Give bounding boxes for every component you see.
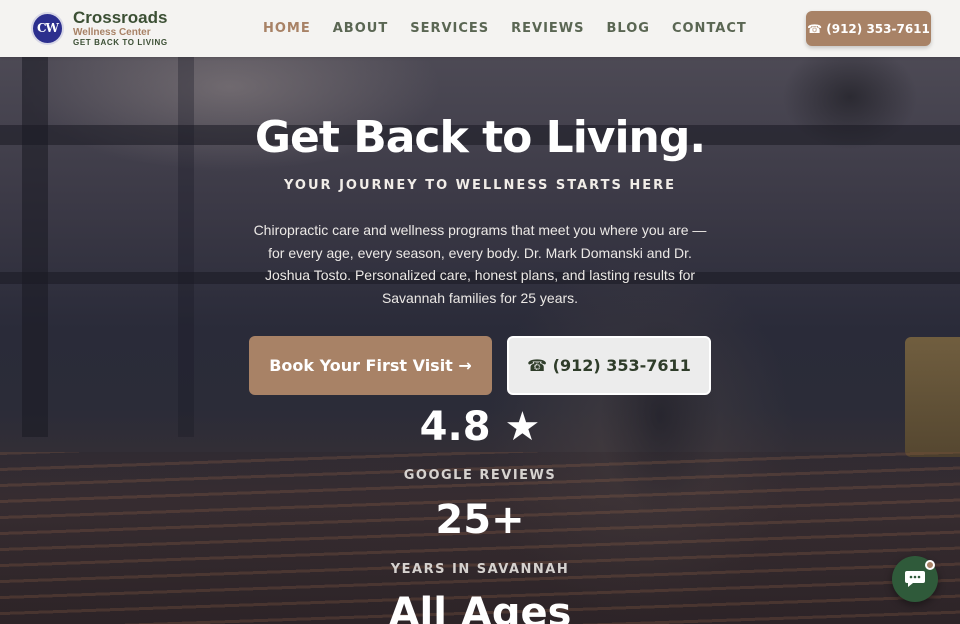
header-phone-button[interactable]: ☎ (912) 353-7611 xyxy=(806,11,931,46)
nav-link-blog[interactable]: BLOG xyxy=(607,21,650,36)
brand-name: Crossroads xyxy=(73,8,168,27)
call-phone-button[interactable]: ☎ (912) 353-7611 xyxy=(507,336,711,395)
hero-subtitle: YOUR JOURNEY TO WELLNESS STARTS HERE xyxy=(283,178,677,193)
logo-mark-icon: CW xyxy=(31,11,64,45)
logo-text: Crossroads Wellness Center GET BACK TO L… xyxy=(73,9,168,47)
stat-years-label: YEARS IN SAVANNAH xyxy=(390,562,570,577)
book-first-visit-button[interactable]: Book Your First Visit → xyxy=(249,336,492,395)
nav-link-services[interactable]: SERVICES xyxy=(410,21,489,36)
hero-description: Chiropractic care and wellness programs … xyxy=(253,222,707,306)
logo-mark-text: CW xyxy=(36,21,59,35)
chat-bubble-icon xyxy=(905,571,925,587)
nav-link-home[interactable]: HOME xyxy=(263,21,311,36)
stat-rating-label: GOOGLE REVIEWS xyxy=(403,468,557,483)
main-nav: HOME ABOUT SERVICES REVIEWS BLOG CONTACT xyxy=(263,0,769,57)
stat-rating: 4.8 ★ xyxy=(0,404,960,450)
chat-notification-dot xyxy=(925,560,935,570)
nav-link-about[interactable]: ABOUT xyxy=(333,21,388,36)
nav-link-reviews[interactable]: REVIEWS xyxy=(511,21,584,36)
stat-ages-value: All Ages xyxy=(388,590,572,624)
star-icon: ★ xyxy=(504,404,541,450)
site-header: CW Crossroads Wellness Center GET BACK T… xyxy=(0,0,960,57)
hero-title: Get Back to Living. xyxy=(254,112,706,163)
brand-subtitle: Wellness Center xyxy=(73,27,151,38)
stat-years-value: 25+ xyxy=(435,497,525,543)
stat-rating-value: 4.8 xyxy=(419,404,491,450)
brand-tagline: GET BACK TO LIVING xyxy=(73,38,168,47)
nav-link-contact[interactable]: CONTACT xyxy=(672,21,747,36)
brand-logo[interactable]: CW Crossroads Wellness Center GET BACK T… xyxy=(31,9,168,47)
